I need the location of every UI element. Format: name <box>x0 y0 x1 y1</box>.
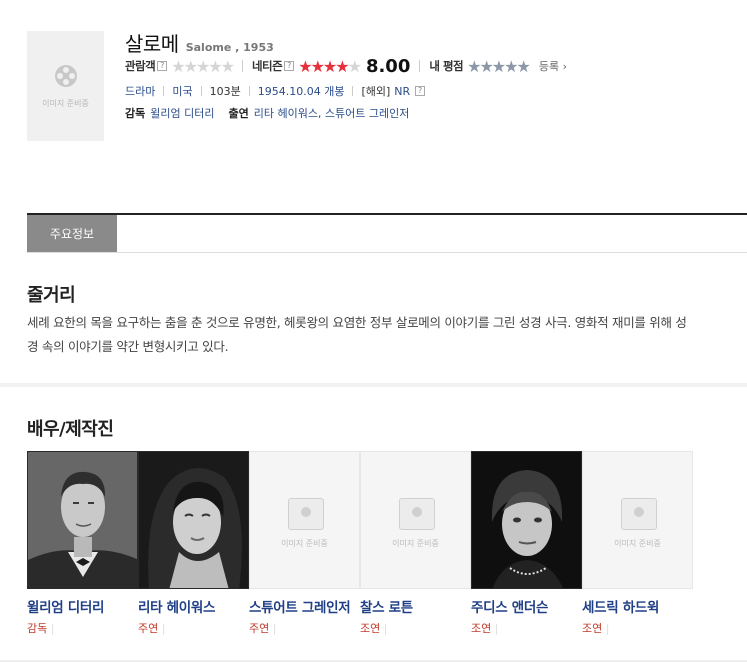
release-date-link[interactable]: 1954.10.04 개봉 <box>258 83 345 99</box>
country-link[interactable]: 미국 <box>172 83 192 99</box>
movie-poster[interactable]: 이미지 준비중 <box>27 31 104 141</box>
cast-card[interactable]: 주디스 앤더슨 조연 <box>471 451 582 636</box>
portrait-image <box>139 452 248 588</box>
person-name[interactable]: 리타 헤이워스 <box>138 596 246 616</box>
poster-caption: 이미지 준비중 <box>42 98 89 108</box>
synopsis-text: 세례 요한의 목을 요구하는 춤을 춘 것으로 유명한, 헤롯왕의 요염한 정부… <box>27 315 687 354</box>
cast-label: 출연 <box>228 107 249 120</box>
audience-label: 관람객 <box>125 59 156 73</box>
cast-card[interactable]: 리타 헤이워스 주연 <box>138 451 249 636</box>
divider <box>241 60 243 72</box>
person-name[interactable]: 세드릭 하드윅 <box>582 596 690 616</box>
netizen-label: 네티즌 <box>251 59 283 73</box>
person-name[interactable]: 주디스 앤더슨 <box>471 596 579 616</box>
title-row: 살로메 Salome , 1953 <box>125 28 274 57</box>
film-rating-link[interactable]: NR <box>394 85 410 98</box>
crew-row: 감독 윌리엄 디터리 출연 리타 헤이워스, 스튜어트 그레인저 <box>125 105 423 121</box>
film-reel-icon <box>54 64 77 87</box>
person-role: 주연 <box>138 620 249 636</box>
audience-stars: ★★★★★ <box>171 56 235 76</box>
cast-links[interactable]: 리타 헤이워스, 스튜어트 그레인저 <box>254 105 410 121</box>
help-icon[interactable]: ? <box>157 61 168 71</box>
info-row: 드라마 미국 103분 1954.10.04 개봉 [해외] NR ? <box>125 83 426 99</box>
rating-prefix: [해외] <box>361 85 391 98</box>
placeholder-caption: 이미지 준비중 <box>392 539 439 548</box>
person-role: 조연 <box>582 620 693 636</box>
movie-title[interactable]: 살로메 <box>125 28 179 57</box>
register-link[interactable]: 등록 › <box>539 58 567 74</box>
person-role: 조연 <box>471 620 582 636</box>
my-rating-label: 내 평점 <box>429 59 464 73</box>
cast-card[interactable]: 이미지 준비중 세드릭 하드윅 조연 <box>582 451 693 636</box>
divider <box>163 86 165 96</box>
page-bottom-divider <box>0 660 747 662</box>
help-icon[interactable]: ? <box>415 86 426 96</box>
genre-link[interactable]: 드라마 <box>125 83 155 99</box>
portrait-image <box>472 452 581 588</box>
cast-heading: 배우/제작진 <box>27 419 114 440</box>
placeholder-caption: 이미지 준비중 <box>614 539 661 548</box>
placeholder-caption: 이미지 준비중 <box>281 539 328 548</box>
divider <box>352 86 354 96</box>
netizen-stars: ★★★★★ <box>298 56 362 76</box>
divider <box>248 86 250 96</box>
help-icon[interactable]: ? <box>284 61 295 71</box>
person-role: 주연 <box>249 620 360 636</box>
person-name[interactable]: 윌리엄 디터리 <box>27 596 135 616</box>
person-photo-placeholder[interactable]: 이미지 준비중 <box>582 451 693 589</box>
divider <box>200 86 202 96</box>
image-placeholder-icon <box>288 498 324 530</box>
image-placeholder-icon <box>399 498 435 530</box>
synopsis-heading: 줄거리 <box>27 285 76 306</box>
person-role: 감독 <box>27 620 138 636</box>
director-link[interactable]: 윌리엄 디터리 <box>150 105 214 121</box>
cast-card[interactable]: 윌리엄 디터리 감독 <box>27 451 138 636</box>
netizen-score: 8.00 <box>365 55 411 77</box>
tab-main-info[interactable]: 주요정보 <box>27 215 117 252</box>
rating-row: 관람객 ? ★★★★★ 네티즌 ? ★★★★★ 8.00 내 평점 ★★★★★ … <box>125 55 567 77</box>
person-photo[interactable] <box>471 451 582 589</box>
person-photo[interactable] <box>27 451 138 589</box>
director-label: 감독 <box>125 107 146 120</box>
person-photo-placeholder[interactable]: 이미지 준비중 <box>360 451 471 589</box>
tab-bar: 주요정보 <box>27 213 747 253</box>
image-placeholder-icon <box>621 498 657 530</box>
my-rating-stars[interactable]: ★★★★★ <box>467 57 531 76</box>
person-role: 조연 <box>360 620 471 636</box>
person-photo-placeholder[interactable]: 이미지 준비중 <box>249 451 360 589</box>
portrait-image <box>28 452 137 588</box>
cast-card[interactable]: 이미지 준비중 찰스 로튼 조연 <box>360 451 471 636</box>
person-name[interactable]: 찰스 로튼 <box>360 596 468 616</box>
divider <box>419 60 421 72</box>
cast-list: 윌리엄 디터리 감독 리타 헤이워스 주연 이미지 준비중 스튜어트 그레인저 … <box>27 451 693 636</box>
section-divider <box>0 383 747 387</box>
runtime: 103분 <box>209 85 241 98</box>
cast-card[interactable]: 이미지 준비중 스튜어트 그레인저 주연 <box>249 451 360 636</box>
person-name[interactable]: 스튜어트 그레인저 <box>249 596 357 616</box>
person-photo[interactable] <box>138 451 249 589</box>
original-title: Salome , 1953 <box>185 41 274 54</box>
